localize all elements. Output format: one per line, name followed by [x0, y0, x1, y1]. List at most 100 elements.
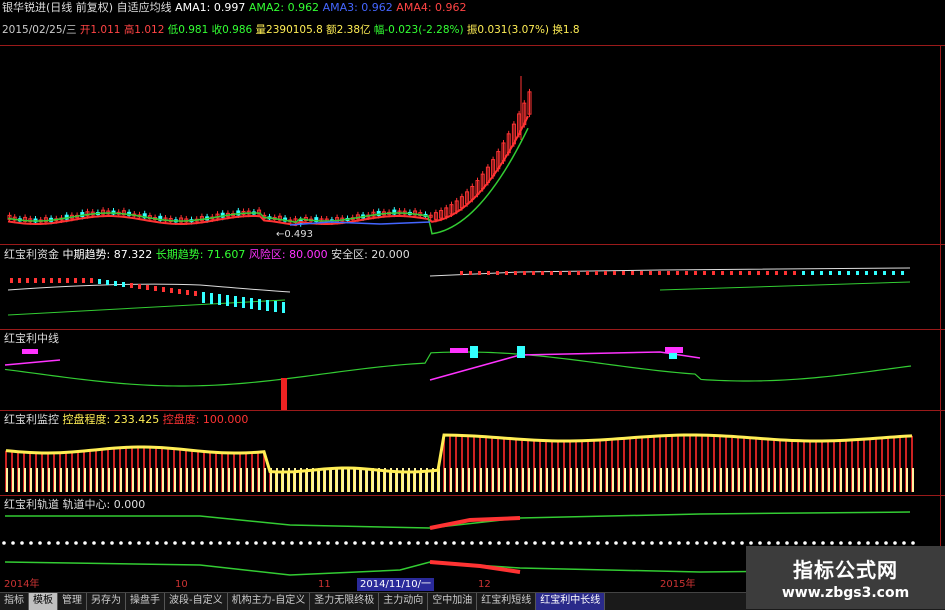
track-center-dot — [641, 541, 645, 545]
track-center-dot — [353, 541, 357, 545]
flow-bar — [460, 271, 463, 275]
panel4-name: 红宝利监控 — [4, 413, 59, 426]
flow-bar — [194, 291, 197, 296]
track-center-dot — [614, 541, 618, 545]
flow-bar — [122, 282, 125, 287]
flow-bar — [631, 271, 634, 275]
flow-bar — [258, 299, 261, 310]
track-center-dot — [425, 541, 429, 545]
flow-bar — [730, 271, 733, 275]
flow-bar — [622, 271, 625, 275]
flow-bar — [266, 300, 269, 311]
tab-manage[interactable]: 管理 — [58, 593, 87, 610]
flow-bar — [523, 271, 526, 275]
tab-mid-long-line[interactable]: 红宝利中长线 — [536, 593, 606, 610]
track-center-dot — [767, 541, 771, 545]
tab-save-as[interactable]: 另存为 — [87, 593, 126, 610]
date-label: 2014年 — [4, 579, 40, 590]
track-center-dot — [245, 541, 249, 545]
flow-bar — [640, 271, 643, 275]
track-center-dot — [560, 541, 564, 545]
flow-bar — [202, 292, 205, 303]
track-center-dot — [191, 541, 195, 545]
track-center-dot — [794, 541, 798, 545]
tab-trader[interactable]: 操盘手 — [126, 593, 165, 610]
flow-bar — [469, 271, 472, 275]
flow-bar — [766, 271, 769, 275]
flow-bar — [34, 278, 37, 283]
flow-bar — [66, 278, 69, 283]
flow-bar — [58, 278, 61, 283]
watermark-url: www.zbgs3.com — [781, 585, 910, 601]
tab-refuel[interactable]: 空中加油 — [428, 593, 478, 610]
flow-bar — [595, 271, 598, 275]
track-center-dot — [515, 541, 519, 545]
flow-bar — [856, 271, 859, 275]
track-center-dot — [470, 541, 474, 545]
flow-bar — [577, 271, 580, 275]
tab-template[interactable]: 模板 — [29, 593, 58, 610]
track-center-dot — [893, 541, 897, 545]
track-center-dot — [2, 541, 6, 545]
track-center-dot — [101, 541, 105, 545]
flow-bar — [114, 281, 117, 286]
flow-bar — [478, 271, 481, 275]
flow-bar — [541, 271, 544, 275]
signal-marker — [450, 348, 468, 353]
date-label: 11 — [318, 579, 331, 590]
track-center-dot — [281, 541, 285, 545]
track-center-dot — [668, 541, 672, 545]
panel4-header: 红宝利监控 控盘程度: 233.425 控盘度: 100.000 — [4, 413, 248, 427]
flow-bar — [550, 271, 553, 275]
track-center-dot — [686, 541, 690, 545]
track-center-dot — [695, 541, 699, 545]
flow-bar — [667, 271, 670, 275]
flow-bar — [170, 288, 173, 293]
track-center-dot — [164, 541, 168, 545]
track-center-dot — [371, 541, 375, 545]
kline-chart-canvas[interactable] — [0, 0, 945, 578]
track-center-dot — [785, 541, 789, 545]
track-center-dot — [911, 541, 915, 545]
track-center-dot — [434, 541, 438, 545]
signal-marker — [22, 349, 38, 354]
track-center-dot — [605, 541, 609, 545]
track-center-dot — [47, 541, 51, 545]
track-center-dot — [398, 541, 402, 545]
flow-bar — [802, 271, 805, 275]
flow-bar — [274, 301, 277, 312]
track-center-dot — [497, 541, 501, 545]
track-center-dot — [839, 541, 843, 545]
panel2-safe: 安全区: 20.000 — [331, 248, 410, 261]
date-label: 10 — [175, 579, 188, 590]
panel4-control-max: 控盘度: 100.000 — [162, 413, 249, 426]
track-center-dot — [857, 541, 861, 545]
track-center-dot — [569, 541, 573, 545]
flow-bar — [676, 271, 679, 275]
flow-bar — [242, 297, 245, 308]
panel5-header: 红宝利轨道 轨道中心: 0.000 — [4, 498, 145, 512]
track-center-dot — [56, 541, 60, 545]
track-center-dot — [596, 541, 600, 545]
track-center-dot — [65, 541, 69, 545]
flow-bar — [90, 278, 93, 283]
track-center-dot — [875, 541, 879, 545]
tab-short-line[interactable]: 红宝利短线 — [477, 593, 537, 610]
flow-bar — [703, 271, 706, 275]
flow-bar — [685, 271, 688, 275]
tab-indicator[interactable]: 指标 — [0, 593, 29, 610]
flow-bar — [775, 271, 778, 275]
track-center-dot — [722, 541, 726, 545]
tab-main-force[interactable]: 主力动向 — [379, 593, 429, 610]
flow-bar — [496, 271, 499, 275]
flow-bar — [784, 271, 787, 275]
flow-bar — [829, 271, 832, 275]
track-center-dot — [749, 541, 753, 545]
tab-ultimate[interactable]: 圣力无限终极 — [310, 593, 380, 610]
track-center-dot — [884, 541, 888, 545]
tab-institution-custom[interactable]: 机构主力-自定义 — [228, 593, 311, 610]
track-center-dot — [704, 541, 708, 545]
panel2-header: 红宝利资金 中期趋势: 87.322 长期趋势: 71.607 风险区: 80.… — [4, 248, 410, 262]
tab-band-custom[interactable]: 波段-自定义 — [165, 593, 228, 610]
track-center-dot — [173, 541, 177, 545]
